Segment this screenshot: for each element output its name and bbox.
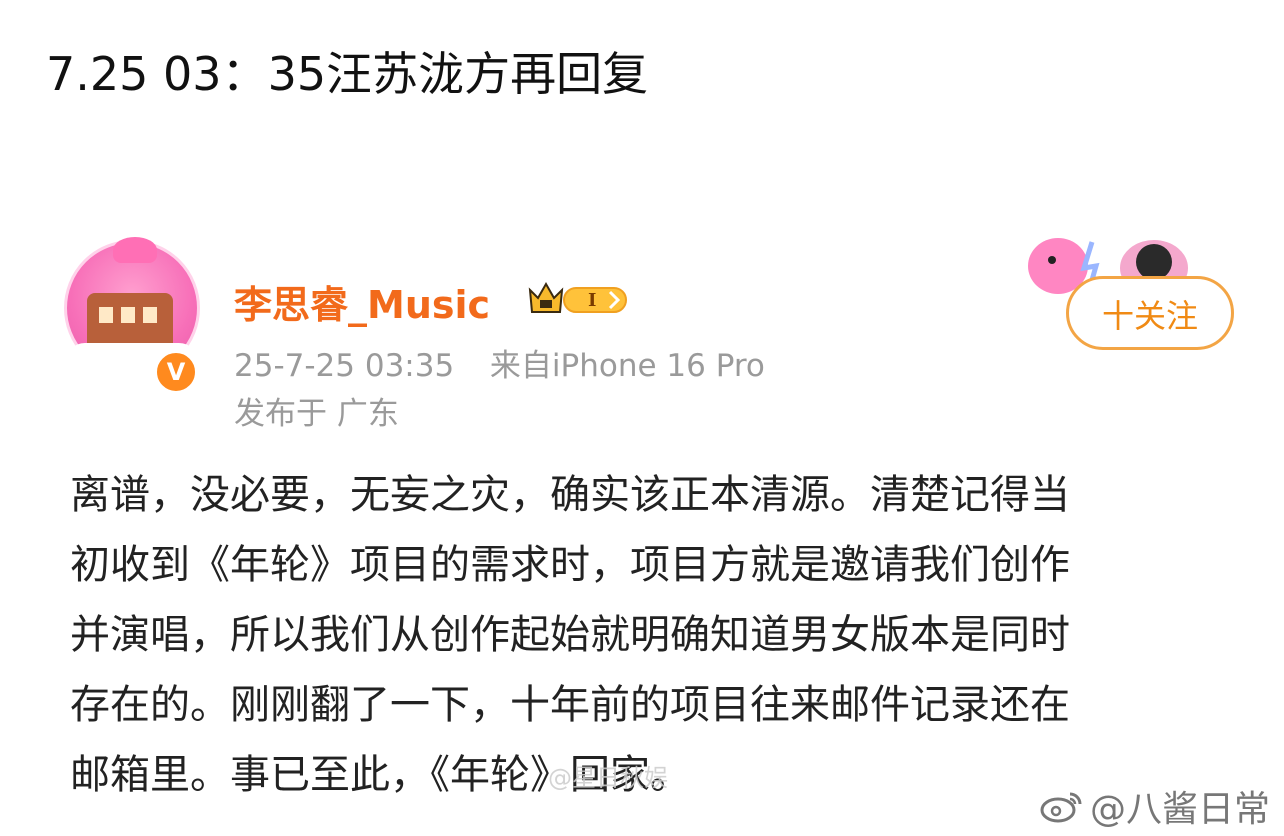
post-body-line: 初收到《年轮》项目的需求时，项目方就是邀请我们创作: [70, 542, 1070, 588]
footer-watermark-text: @八酱日常: [1089, 789, 1270, 830]
weibo-logo-icon: [1040, 792, 1082, 823]
follow-button[interactable]: 十关注: [1066, 276, 1234, 350]
post-location: 发布于 广东: [234, 396, 399, 432]
verified-badge-icon: V: [154, 350, 198, 394]
vip-level-text: I: [588, 290, 596, 311]
post-body-line: 离谱，没必要，无妄之灾，确实该正本清源。清楚记得当: [70, 472, 1070, 518]
footer-watermark: @八酱日常: [1040, 780, 1270, 832]
post-source: 来自iPhone 16 Pro: [489, 348, 765, 384]
post-body-line: 并演唱，所以我们从创作起始就明确知道男女版本是同时: [70, 612, 1070, 658]
post-body-line: 存在的。刚刚翻了一下，十年前的项目往来邮件记录还在: [70, 682, 1070, 728]
crown-vip-icon[interactable]: I: [528, 278, 632, 318]
weibo-post: V 李思睿_Music I 25-7-25 03:35 来自iPhone 16 …: [0, 210, 1284, 836]
post-meta: 25-7-25 03:35 来自iPhone 16 Pro: [234, 340, 765, 385]
username-link[interactable]: 李思睿_Music: [234, 274, 490, 329]
post-timestamp: 25-7-25 03:35: [234, 348, 455, 384]
inline-watermark: @星日秋娱: [548, 764, 668, 792]
page-title: 7.25 03：35汪苏泷方再回复: [46, 47, 649, 101]
avatar-decoration: [113, 237, 157, 263]
